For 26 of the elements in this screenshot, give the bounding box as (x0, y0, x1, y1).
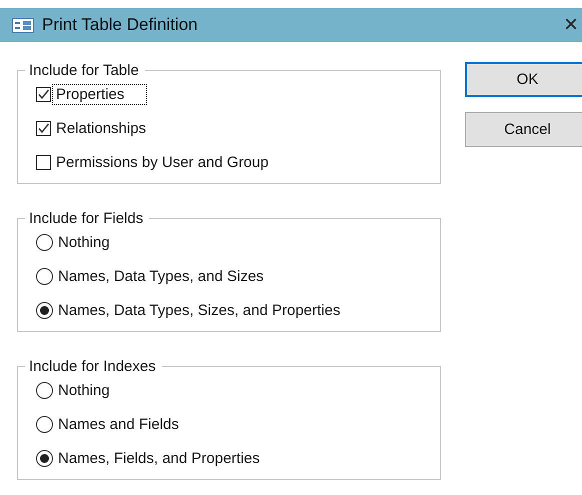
group-title: Include for Indexes (28, 358, 157, 375)
close-button[interactable]: × (564, 13, 582, 37)
option-label[interactable]: Names, Data Types, and Sizes (54, 266, 268, 286)
radio-button[interactable] (36, 382, 53, 398)
option-label[interactable]: Names, Data Types, Sizes, and Properties (54, 300, 344, 320)
option-label[interactable]: Names, Fields, and Properties (54, 448, 264, 468)
window-icon (12, 18, 34, 32)
radio-button[interactable] (36, 268, 53, 284)
checkbox[interactable] (36, 86, 51, 102)
ok-button[interactable]: OK (465, 62, 582, 97)
radio-button[interactable] (36, 302, 53, 318)
window-title: Print Table Definition (42, 15, 199, 35)
group-title: Include for Fields (28, 210, 144, 227)
radio-button[interactable] (36, 416, 53, 432)
option-label[interactable]: Names and Fields (54, 414, 183, 434)
group-title: Include for Table (28, 62, 140, 79)
checkbox[interactable] (36, 154, 51, 170)
cancel-button[interactable]: Cancel (465, 112, 582, 147)
option-label[interactable]: Nothing (54, 380, 114, 400)
radio-button[interactable] (36, 450, 53, 466)
option-label[interactable]: Nothing (54, 232, 114, 252)
checkbox[interactable] (36, 120, 51, 136)
radio-button[interactable] (36, 234, 53, 250)
option-label[interactable]: Relationships (52, 118, 150, 138)
option-label[interactable]: Permissions by User and Group (52, 152, 273, 172)
option-label[interactable]: Properties (52, 84, 148, 104)
